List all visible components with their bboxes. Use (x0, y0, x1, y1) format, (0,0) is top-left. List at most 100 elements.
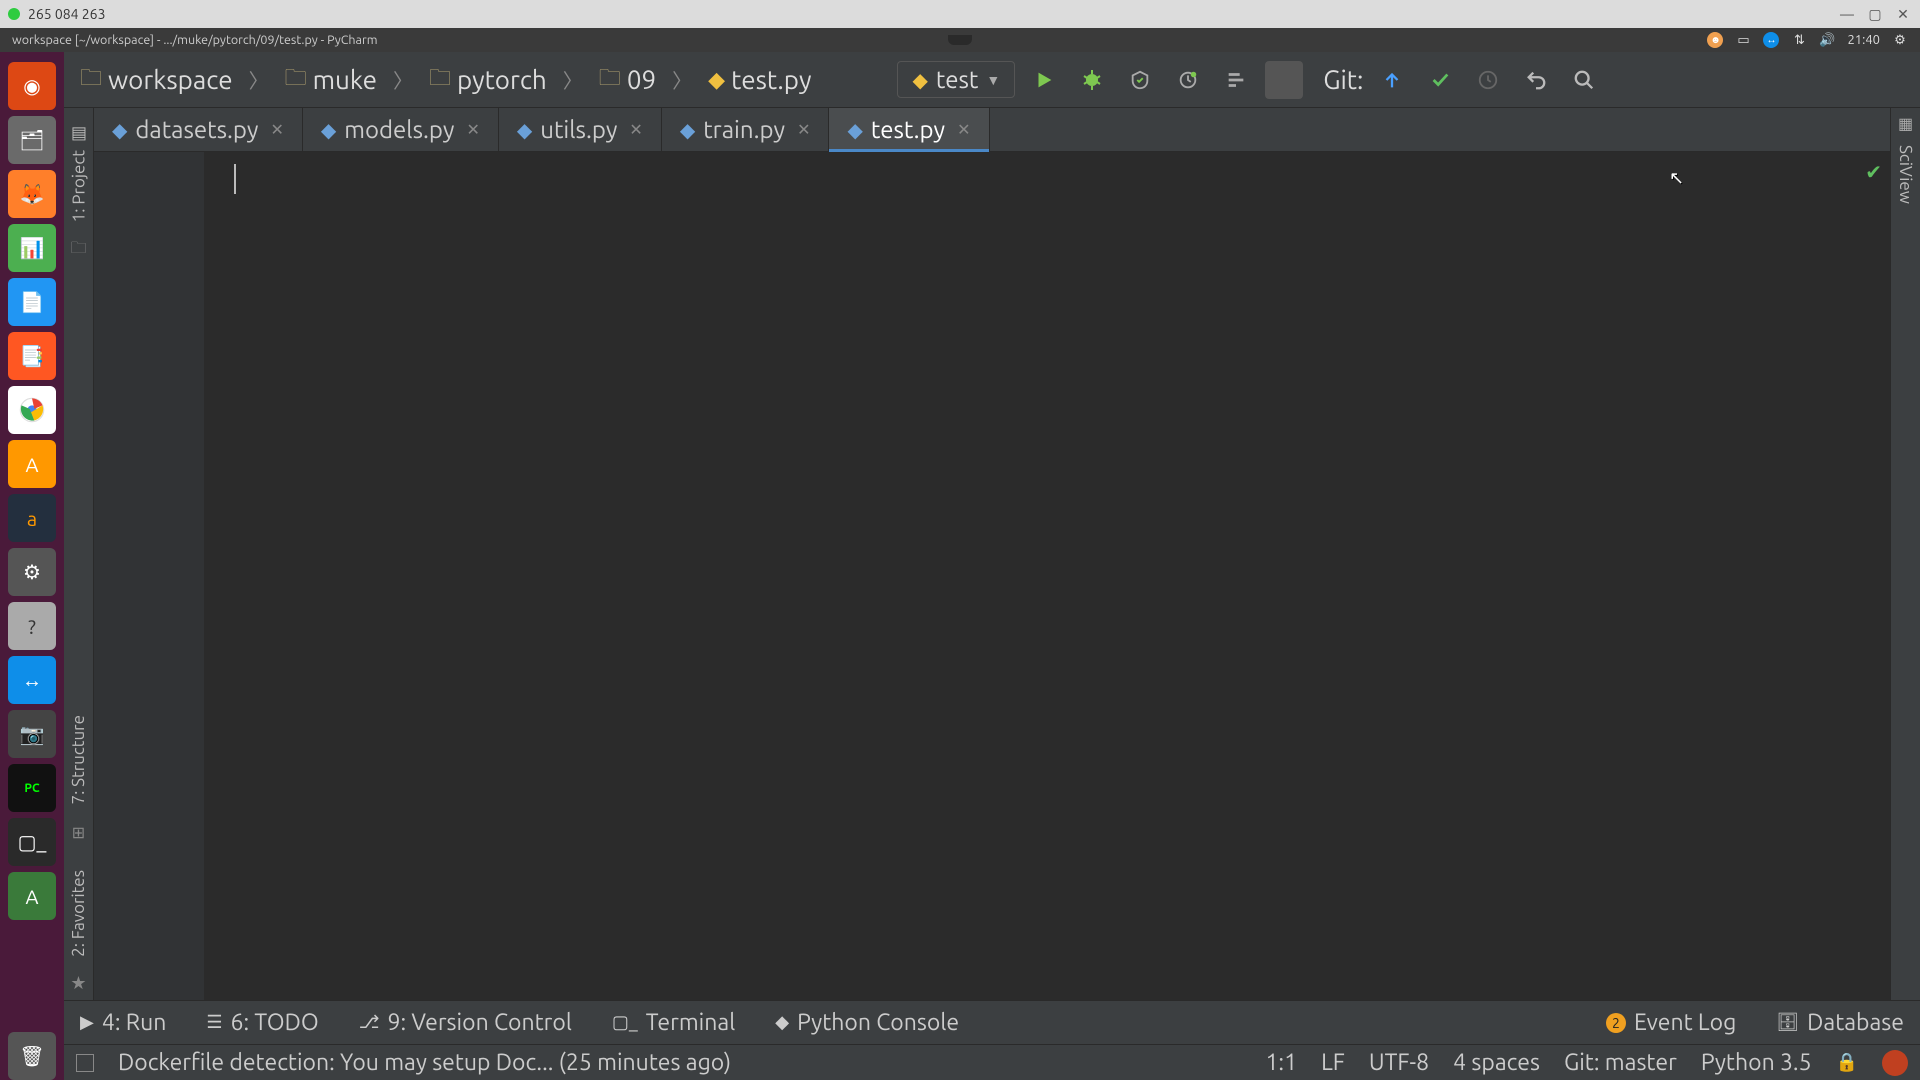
launcher-amazon-icon[interactable]: a (8, 494, 56, 542)
maximize-button[interactable]: ▢ (1866, 5, 1884, 23)
status-encoding[interactable]: UTF-8 (1369, 1050, 1429, 1075)
run-with-coverage-button[interactable] (1121, 61, 1159, 99)
corner-widget-icon[interactable] (1882, 1050, 1908, 1076)
concurrency-button[interactable] (1217, 61, 1255, 99)
event-log-tool-tab[interactable]: 2 Event Log (1606, 1010, 1736, 1035)
tool-tab-label: 2: Favorites (69, 870, 88, 957)
tab-test-py[interactable]: ◆ test.py ✕ (829, 108, 989, 151)
minimize-button[interactable]: — (1838, 5, 1856, 23)
stop-button[interactable] (1265, 61, 1303, 99)
close-tab-icon[interactable]: ✕ (629, 120, 642, 139)
favorites-tool-tab[interactable]: 2: Favorites (67, 860, 90, 967)
terminal-tool-tab[interactable]: ▢_ Terminal (612, 1010, 735, 1035)
launcher-pycharm-icon[interactable]: PC (8, 764, 56, 812)
launcher-screenshot-icon[interactable]: 📷 (8, 710, 56, 758)
ide-window: 🗀 workspace 〉 🗀 muke 〉 🗀 pytorch 〉 🗀 09 … (64, 52, 1920, 1080)
launcher-trash-icon[interactable]: 🗑 (8, 1032, 56, 1080)
project-tool-tab[interactable]: 1: Project ▤ (67, 114, 91, 232)
launcher-writer-icon[interactable]: 📄 (8, 278, 56, 326)
status-indent[interactable]: 4 spaces (1453, 1050, 1540, 1075)
launcher-terminal-icon[interactable]: ▢_ (8, 818, 56, 866)
window-title-text: workspace [~/workspace] - .../muke/pytor… (12, 33, 378, 47)
status-line-separator[interactable]: LF (1321, 1050, 1345, 1075)
inspection-ok-icon[interactable]: ✔ (1865, 160, 1882, 184)
tab-train-py[interactable]: ◆ train.py ✕ (662, 108, 830, 151)
breadcrumb-09[interactable]: 🗀 09 (593, 59, 662, 101)
close-tab-icon[interactable]: ✕ (466, 120, 479, 139)
tool-label: 4: Run (102, 1010, 167, 1035)
launcher-updater-icon[interactable]: A (8, 872, 56, 920)
tray-user-icon[interactable]: ☻ (1707, 32, 1723, 48)
git-revert-button[interactable] (1517, 61, 1555, 99)
python-file-icon: ◆ (708, 67, 725, 93)
breadcrumb-label: workspace (108, 65, 233, 94)
project-files-icon[interactable]: 🗀 (71, 242, 87, 258)
breadcrumb-label: 09 (627, 65, 656, 94)
status-python-interpreter[interactable]: Python 3.5 (1701, 1050, 1812, 1075)
close-tab-icon[interactable]: ✕ (270, 120, 283, 139)
launcher-ubuntu-icon[interactable]: ◉ (8, 62, 56, 110)
database-icon: 🗄 (1776, 1012, 1799, 1033)
tab-datasets-py[interactable]: ◆ datasets.py ✕ (94, 108, 303, 151)
breadcrumb-muke[interactable]: 🗀 muke (279, 59, 383, 101)
os-top-text: 265 084 263 (28, 6, 105, 22)
debug-button[interactable] (1073, 61, 1111, 99)
structure-icon[interactable]: ⊞ (71, 824, 87, 840)
run-button[interactable] (1025, 61, 1063, 99)
status-message[interactable]: Dockerfile detection: You may setup Doc.… (118, 1050, 731, 1075)
run-configuration-selector[interactable]: ◆ test ▼ (897, 61, 1015, 98)
launcher-chrome-icon[interactable] (8, 386, 56, 434)
tray-network-icon[interactable]: ⇅ (1791, 32, 1807, 48)
recording-indicator-icon (8, 8, 20, 20)
search-everywhere-button[interactable] (1565, 61, 1603, 99)
launcher-impress-icon[interactable]: 📑 (8, 332, 56, 380)
todo-tool-tab[interactable]: ☰ 6: TODO (206, 1010, 318, 1035)
structure-tool-tab[interactable]: 7: Structure (67, 705, 90, 815)
breadcrumb-test-py[interactable]: ◆ test.py (702, 63, 817, 96)
database-tool-tab[interactable]: 🗄 Database (1776, 1010, 1904, 1035)
sciview-grid-icon[interactable]: ▦ (1898, 114, 1913, 133)
code-editor[interactable]: ✔ ↖ (94, 152, 1890, 1000)
tray-teamviewer-icon[interactable]: ↔ (1763, 32, 1779, 48)
tray-monitor-icon[interactable]: ▭ (1735, 32, 1751, 48)
tab-utils-py[interactable]: ◆ utils.py ✕ (499, 108, 662, 151)
run-icon: ▶ (80, 1012, 94, 1033)
tab-label: test.py (871, 116, 945, 143)
folder-icon: 🗀 (80, 61, 102, 99)
tab-label: train.py (703, 116, 785, 143)
tray-clock[interactable]: 21:40 (1847, 33, 1880, 47)
close-tab-icon[interactable]: ✕ (797, 120, 810, 139)
tray-gear-icon[interactable]: ⚙ (1892, 32, 1908, 48)
git-update-button[interactable] (1373, 61, 1411, 99)
launcher-ubuntu-software-icon[interactable]: A (8, 440, 56, 488)
tool-label: 6: TODO (230, 1010, 318, 1035)
run-tool-tab[interactable]: ▶ 4: Run (80, 1010, 166, 1035)
launcher-calc-icon[interactable]: 📊 (8, 224, 56, 272)
launcher-files-icon[interactable]: 🗂 (8, 116, 56, 164)
favorites-star-icon[interactable]: ★ (70, 973, 86, 994)
tool-label: Event Log (1634, 1010, 1736, 1035)
python-console-tool-tab[interactable]: ◆ Python Console (775, 1010, 959, 1035)
folder-icon: 🗀 (429, 61, 451, 99)
sciview-tool-tab[interactable]: SciView (1894, 139, 1917, 210)
profile-button[interactable] (1169, 61, 1207, 99)
ubuntu-launcher: ◉ 🗂 🦊 📊 📄 📑 A a ⚙ ? ↔ 📷 PC ▢_ A 🗑 (0, 52, 64, 1080)
tab-models-py[interactable]: ◆ models.py ✕ (303, 108, 499, 151)
version-control-tool-tab[interactable]: ⎇ 9: Version Control (359, 1010, 572, 1035)
launcher-settings-icon[interactable]: ⚙ (8, 548, 56, 596)
close-tab-icon[interactable]: ✕ (957, 120, 970, 139)
launcher-teamviewer-icon[interactable]: ↔ (8, 656, 56, 704)
tray-volume-icon[interactable]: 🔊 (1819, 32, 1835, 48)
status-git-branch[interactable]: Git: master (1564, 1050, 1677, 1075)
status-caret-position[interactable]: 1:1 (1265, 1050, 1297, 1075)
launcher-firefox-icon[interactable]: 🦊 (8, 170, 56, 218)
git-commit-button[interactable] (1421, 61, 1459, 99)
breadcrumb-pytorch[interactable]: 🗀 pytorch (423, 59, 553, 101)
tool-windows-toggle-icon[interactable] (76, 1054, 94, 1072)
breadcrumb-workspace[interactable]: 🗀 workspace (74, 59, 239, 101)
todo-icon: ☰ (206, 1012, 222, 1033)
launcher-help-icon[interactable]: ? (8, 602, 56, 650)
git-history-button[interactable] (1469, 61, 1507, 99)
close-window-button[interactable]: ✕ (1894, 5, 1912, 23)
readonly-lock-icon[interactable]: 🔒 (1836, 1052, 1858, 1073)
